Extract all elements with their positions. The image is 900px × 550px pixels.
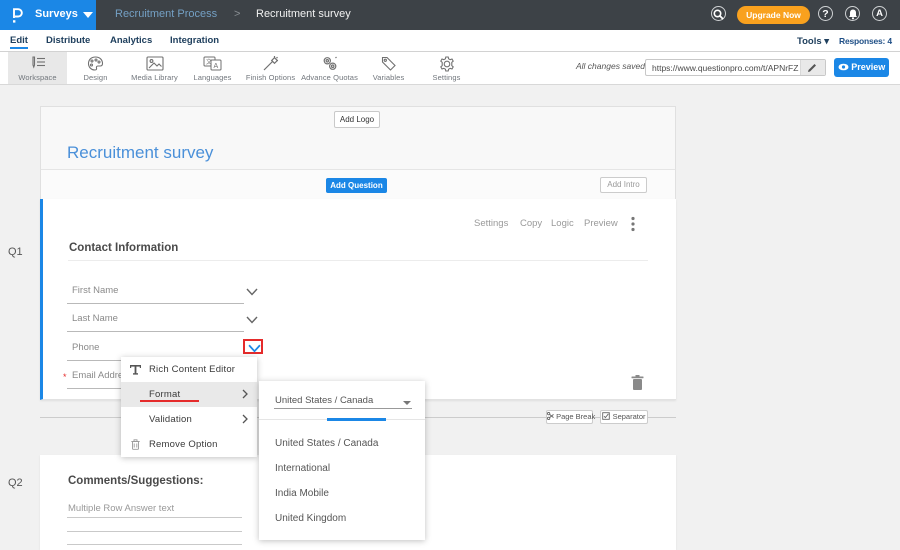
svg-text:文: 文 [206,58,212,66]
svg-text:A: A [214,63,219,70]
